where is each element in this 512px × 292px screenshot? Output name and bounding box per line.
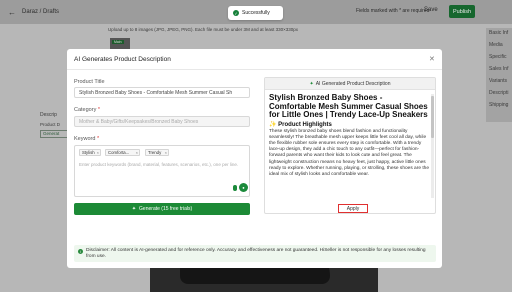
label-text: Product Title bbox=[74, 79, 105, 85]
close-icon[interactable]: ✕ bbox=[429, 55, 435, 63]
highlights-heading: ✨ Product Highlights bbox=[269, 121, 429, 128]
breadcrumb: Daraz / Drafts bbox=[22, 9, 60, 15]
keyword-placeholder: Enter product keywords (brand, material,… bbox=[79, 162, 239, 167]
section-nav-item[interactable]: Variants bbox=[486, 76, 512, 88]
keyword-chip[interactable]: Comforta... × bbox=[105, 149, 140, 156]
assistant-icon[interactable]: ● bbox=[239, 183, 248, 192]
divider bbox=[67, 69, 442, 70]
required-note: Fields marked with * are required bbox=[356, 8, 430, 14]
description-section: Descrip Product D Generat bbox=[40, 108, 68, 148]
keyword-label: Keyword * bbox=[74, 136, 99, 142]
category-label: Category * bbox=[74, 107, 100, 113]
keyword-chip[interactable]: Trendy × bbox=[145, 149, 169, 156]
chip-label: Stylish bbox=[82, 150, 95, 155]
section-nav-item[interactable]: Descripti bbox=[486, 88, 512, 100]
chip-label: Trendy bbox=[148, 150, 162, 155]
apply-button[interactable]: Apply bbox=[338, 204, 368, 213]
chip-label: Comforta... bbox=[108, 150, 130, 155]
main-badge: Main bbox=[112, 40, 124, 44]
required-star: * bbox=[96, 136, 100, 142]
generated-content[interactable]: Stylish Bronzed Baby Shoes - Comfortable… bbox=[269, 94, 429, 198]
sparkle-icon: ✨ bbox=[269, 121, 277, 128]
section-nav-item[interactable]: Media bbox=[486, 40, 512, 52]
product-title-input[interactable]: Stylish Bronzed Baby Shoes - Comfortable… bbox=[74, 87, 250, 98]
publish-button[interactable]: Publish bbox=[449, 5, 475, 18]
section-title: Descrip bbox=[40, 112, 57, 118]
label-text: Keyword bbox=[74, 136, 96, 142]
section-nav-item[interactable]: Specific bbox=[486, 52, 512, 64]
generated-description-panel: ✦ AI Generated Product Description Styli… bbox=[264, 77, 436, 214]
back-arrow-icon[interactable]: ← bbox=[8, 8, 16, 17]
success-toast: ✓ Successfully bbox=[228, 6, 283, 20]
section-nav-item[interactable]: Shipping bbox=[486, 100, 512, 112]
mic-icon[interactable] bbox=[233, 185, 237, 191]
check-circle-icon: ✓ bbox=[233, 10, 239, 16]
remove-chip-icon[interactable]: × bbox=[136, 150, 138, 155]
remove-chip-icon[interactable]: × bbox=[165, 150, 167, 155]
generate-button[interactable]: ✦ Generate (15 free trials) bbox=[74, 203, 250, 215]
upload-hint: Upload up to 8 images (JPG, JPEG, PNG). … bbox=[108, 27, 298, 32]
generated-text: These stylish bronzed baby shoes blend f… bbox=[269, 128, 429, 177]
generate-description-button[interactable]: Generat bbox=[40, 130, 68, 138]
info-icon: i bbox=[78, 249, 83, 254]
modal-title: AI Generates Product Description bbox=[74, 56, 171, 63]
section-nav-item[interactable]: Basic Inf bbox=[486, 28, 512, 40]
section-nav-item[interactable]: Sales Inf bbox=[486, 64, 512, 76]
scrollbar[interactable] bbox=[431, 94, 434, 198]
keyword-chip[interactable]: Stylish × bbox=[79, 149, 101, 156]
product-title-label: Product Title bbox=[74, 79, 105, 85]
disclaimer-banner: i Disclaimer: All content is AI-generate… bbox=[74, 245, 436, 262]
scrollbar-thumb[interactable] bbox=[431, 96, 434, 138]
panel-header: ✦ AI Generated Product Description bbox=[265, 78, 435, 90]
keyword-input[interactable]: Stylish × Comforta... × Trendy × Enter prod… bbox=[74, 145, 250, 197]
generate-label: Generate (15 free trials) bbox=[139, 206, 193, 212]
category-select: Mother & Baby/Gifts/Keepsakes/Bronzed Ba… bbox=[74, 116, 250, 127]
highlights-text: Product Highlights bbox=[278, 121, 332, 128]
ai-description-modal: AI Generates Product Description ✕ Produ… bbox=[67, 49, 442, 268]
required-star: * bbox=[97, 107, 100, 113]
panel-header-text: AI Generated Product Description bbox=[315, 80, 391, 87]
save-button[interactable]: Save bbox=[424, 7, 438, 13]
sparkle-icon: ✦ bbox=[131, 206, 137, 212]
remove-chip-icon[interactable]: × bbox=[97, 150, 99, 155]
toast-text: Successfully bbox=[242, 10, 270, 16]
section-nav: Basic Inf Media Specific Sales Inf Varia… bbox=[486, 28, 512, 122]
disclaimer-text: Disclaimer: All content is AI-generated … bbox=[86, 248, 426, 260]
ai-sparkle-icon: ✦ bbox=[309, 80, 314, 87]
label-text: Category bbox=[74, 107, 97, 113]
section-subtitle: Product D bbox=[40, 122, 61, 127]
generated-title: Stylish Bronzed Baby Shoes - Comfortable… bbox=[269, 94, 428, 119]
